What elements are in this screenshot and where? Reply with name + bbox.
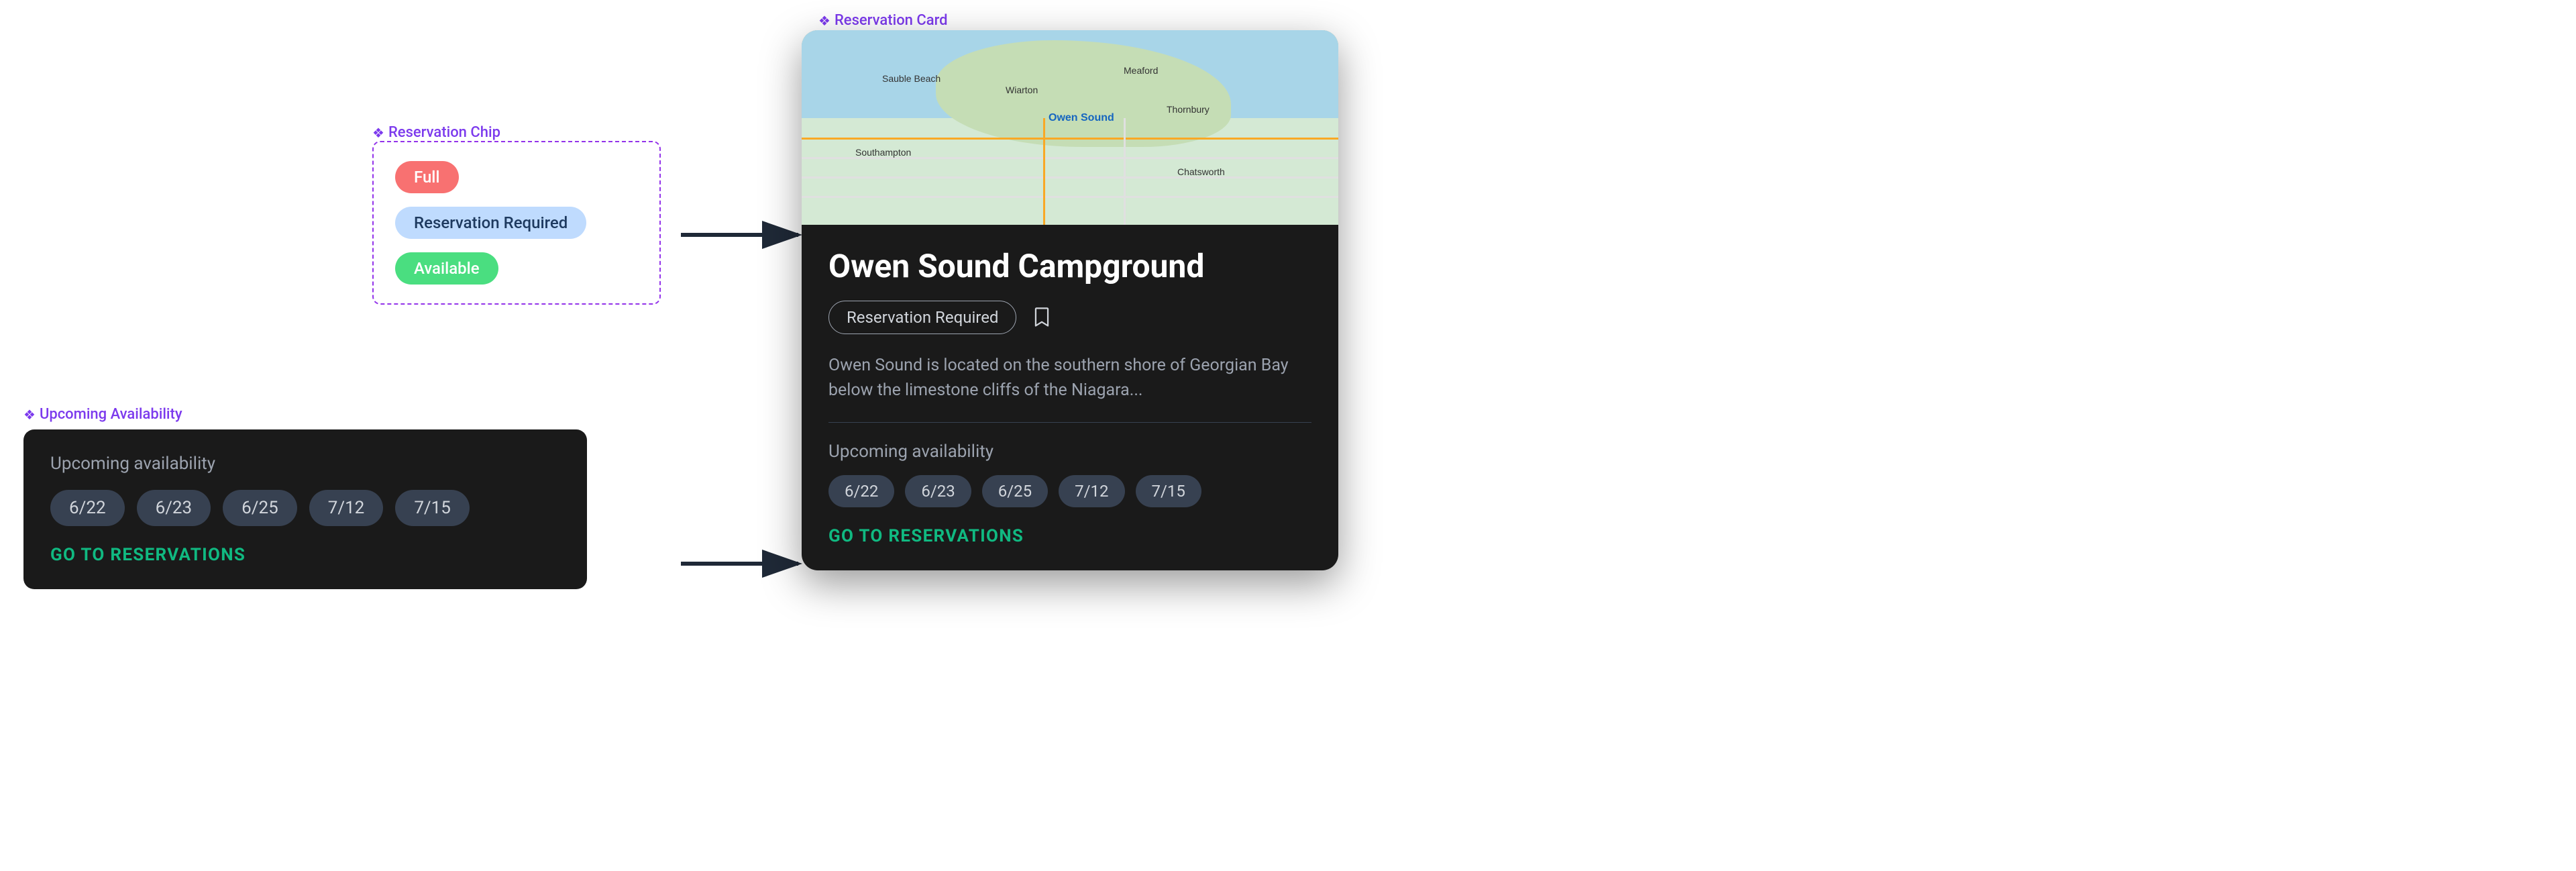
date-chip-5[interactable]: 7/15 xyxy=(395,490,470,526)
date-chip-3[interactable]: 6/25 xyxy=(223,490,297,526)
map-label-saublebeach: Sauble Beach xyxy=(882,73,941,84)
card-description: Owen Sound is located on the southern sh… xyxy=(828,353,1311,403)
map-label-chatsworth: Chatsworth xyxy=(1177,166,1225,177)
avail-box: Upcoming availability 6/22 6/23 6/25 7/1… xyxy=(23,429,587,589)
chip-section-label: Reservation Chip xyxy=(372,124,500,141)
card-date-chip-4[interactable]: 7/12 xyxy=(1059,475,1124,507)
arrow-avail-to-card xyxy=(674,537,808,591)
map-road-h3 xyxy=(802,176,1338,178)
date-chip-1[interactable]: 6/22 xyxy=(50,490,125,526)
card-label-text: Reservation Card xyxy=(835,12,948,29)
card-date-chip-3[interactable]: 6/25 xyxy=(982,475,1048,507)
chip-available[interactable]: Available xyxy=(395,252,498,285)
avail-title: Upcoming availability xyxy=(50,454,560,474)
card-date-chip-5[interactable]: 7/15 xyxy=(1136,475,1201,507)
card-date-chip-1[interactable]: 6/22 xyxy=(828,475,894,507)
avail-label-text: Upcoming Availability xyxy=(40,406,182,423)
card-map: Wiarton Owen Sound Sauble Beach Meaford … xyxy=(802,30,1338,225)
card-divider xyxy=(828,422,1311,423)
map-label-southampton: Southampton xyxy=(855,147,911,158)
map-label-meaford: Meaford xyxy=(1124,65,1158,76)
reservation-card: Wiarton Owen Sound Sauble Beach Meaford … xyxy=(802,30,1338,570)
arrow-chip-to-card xyxy=(674,208,808,262)
map-label-thornbury: Thornbury xyxy=(1167,104,1210,115)
map-label-wiarton: Wiarton xyxy=(1006,85,1038,95)
chip-full[interactable]: Full xyxy=(395,161,459,193)
card-go-reservations-button[interactable]: GO TO RESERVATIONS xyxy=(828,526,1311,546)
card-title: Owen Sound Campground xyxy=(828,249,1311,285)
card-chips-row: Reservation Required xyxy=(828,301,1311,334)
avail-section-label: Upcoming Availability xyxy=(23,406,182,423)
go-reservations-button[interactable]: GO TO RESERVATIONS xyxy=(50,545,560,565)
map-road-v1 xyxy=(1043,118,1045,225)
map-background: Wiarton Owen Sound Sauble Beach Meaford … xyxy=(802,30,1338,225)
card-chip-reservation[interactable]: Reservation Required xyxy=(828,301,1016,334)
card-avail-title: Upcoming availability xyxy=(828,442,1311,462)
chip-box: Full Reservation Required Available xyxy=(372,141,661,305)
map-label-owensound: Owen Sound xyxy=(1049,112,1114,124)
chip-reservation[interactable]: Reservation Required xyxy=(395,207,586,239)
date-chip-2[interactable]: 6/23 xyxy=(137,490,211,526)
date-chip-4[interactable]: 7/12 xyxy=(309,490,384,526)
card-section-label: Reservation Card xyxy=(818,12,948,29)
dates-row: 6/22 6/23 6/25 7/12 7/15 xyxy=(50,490,560,526)
map-road-h1 xyxy=(802,138,1338,140)
card-dates-row: 6/22 6/23 6/25 7/12 7/15 xyxy=(828,475,1311,507)
chip-label-text: Reservation Chip xyxy=(388,124,500,141)
card-date-chip-2[interactable]: 6/23 xyxy=(905,475,971,507)
card-body: Owen Sound Campground Reservation Requir… xyxy=(802,225,1338,570)
map-road-v2 xyxy=(1124,118,1126,225)
bookmark-icon[interactable] xyxy=(1030,305,1054,329)
map-road-h4 xyxy=(802,196,1338,198)
